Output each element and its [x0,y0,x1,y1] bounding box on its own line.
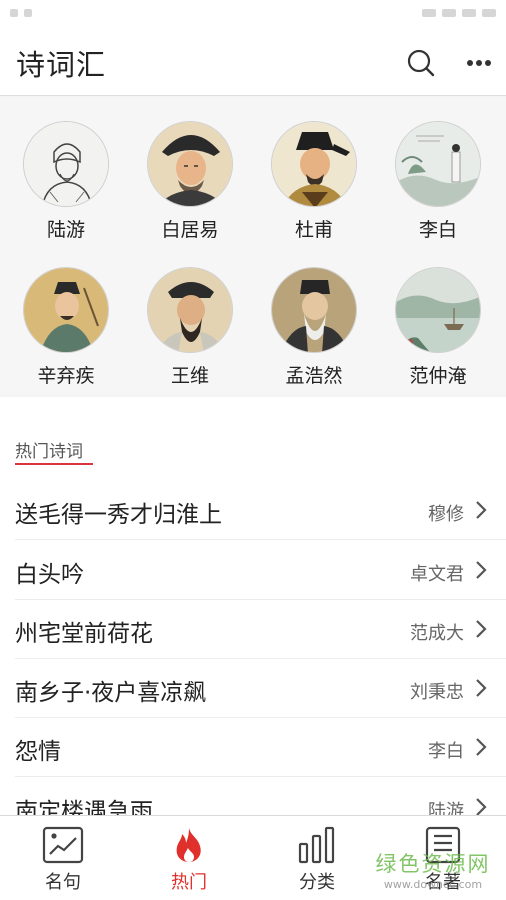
poet-item[interactable]: 白居易 [135,121,245,251]
poet-grid: 陆游 白居易 杜甫 李白 辛弃疾 王维 孟浩然 范仲淹 [0,97,506,395]
poem-title: 怨情 [15,739,61,765]
poet-avatar [23,121,109,207]
poet-avatar [395,267,481,353]
portrait-painting-image [148,268,232,352]
app-title: 诗词汇 [16,48,107,82]
landscape-painting-image [396,122,480,206]
poet-item[interactable]: 杜甫 [259,121,369,251]
poem-row[interactable]: 白头吟 卓文君 [0,541,506,600]
search-icon [407,49,435,77]
chevron-right-icon [476,679,487,697]
status-icons-right [422,9,496,17]
poem-row[interactable]: 州宅堂前荷花 范成大 [0,600,506,659]
portrait-painting-image [272,268,356,352]
poem-list: 送毛得一秀才归淮上 穆修 白头吟 卓文君 州宅堂前荷花 范成大 南乡子·夜户喜凉… [0,481,506,815]
portrait-painting-image [148,122,232,206]
poet-avatar [147,267,233,353]
poet-name: 范仲淹 [409,365,467,387]
nav-item-categories[interactable]: 分类 [254,816,380,900]
poem-author: 李白 [428,741,464,762]
hot-section-title[interactable]: 热门诗词 [15,437,83,462]
nav-label: 名句 [45,872,81,893]
poet-avatar [395,121,481,207]
portrait-sketch-image [24,122,108,206]
poem-title: 送毛得一秀才归淮上 [15,502,222,528]
chevron-right-icon [476,738,487,756]
poem-title: 白头吟 [15,562,84,588]
poet-item[interactable]: 辛弃疾 [11,267,121,397]
poem-author: 刘秉忠 [410,682,464,703]
poem-author: 卓文君 [410,564,464,585]
more-button[interactable] [462,46,496,80]
poet-name: 孟浩然 [285,365,343,387]
poet-avatar [147,121,233,207]
poem-author: 穆修 [428,504,464,525]
chevron-right-icon [476,798,487,815]
nav-label: 分类 [299,872,335,893]
watermark-text: 绿色资源网 [375,852,491,876]
poem-row[interactable]: 送毛得一秀才归淮上 穆修 [0,481,506,540]
watermark-url: www.downcc.com [383,878,483,891]
portrait-painting-image [24,268,108,352]
poet-name: 辛弃疾 [37,365,95,387]
poet-item[interactable]: 李白 [383,121,493,251]
image-chart-icon [42,826,84,864]
poet-name: 王维 [170,365,209,387]
app-bar: 诗词汇 [0,28,506,96]
poet-name: 白居易 [161,219,219,241]
chevron-right-icon [476,561,487,579]
hot-section-underline [15,463,93,465]
poet-item[interactable]: 孟浩然 [259,267,369,397]
poet-avatar [271,267,357,353]
watermark: 绿色资源网 www.downcc.com [368,848,498,894]
poet-name: 杜甫 [294,219,333,241]
status-icons-left [10,9,32,17]
poem-author: 范成大 [410,623,464,644]
chevron-right-icon [476,620,487,638]
poet-avatar [271,121,357,207]
poet-item[interactable]: 范仲淹 [383,267,493,397]
poem-title: 南定楼遇急雨 [15,799,153,815]
poem-row[interactable]: 南定楼遇急雨 陆游 [0,778,506,815]
row-divider [15,776,506,777]
status-bar [0,0,506,28]
more-horizontal-icon [467,60,491,66]
bar-chart-icon [298,826,335,864]
row-divider [15,539,506,540]
poem-title: 南乡子·夜户喜凉飙 [15,680,207,706]
poet-avatar [23,267,109,353]
chevron-right-icon [476,501,487,519]
poet-item[interactable]: 王维 [135,267,245,397]
poet-item[interactable]: 陆游 [11,121,121,251]
poet-name: 陆游 [46,219,85,241]
landscape-painting-image [396,268,480,352]
nav-item-famous-lines[interactable]: 名句 [0,816,126,900]
poem-row[interactable]: 南乡子·夜户喜凉飙 刘秉忠 [0,659,506,718]
search-button[interactable] [404,46,438,80]
hot-section-header: 热门诗词 [0,397,506,481]
flame-icon [176,828,201,862]
poet-name: 李白 [418,219,457,241]
nav-label: 热门 [171,872,207,893]
poem-author: 陆游 [428,801,464,815]
poem-title: 州宅堂前荷花 [15,621,153,647]
poem-row[interactable]: 怨情 李白 [0,718,506,777]
portrait-painting-image [272,122,356,206]
nav-item-hot[interactable]: 热门 [126,816,252,900]
